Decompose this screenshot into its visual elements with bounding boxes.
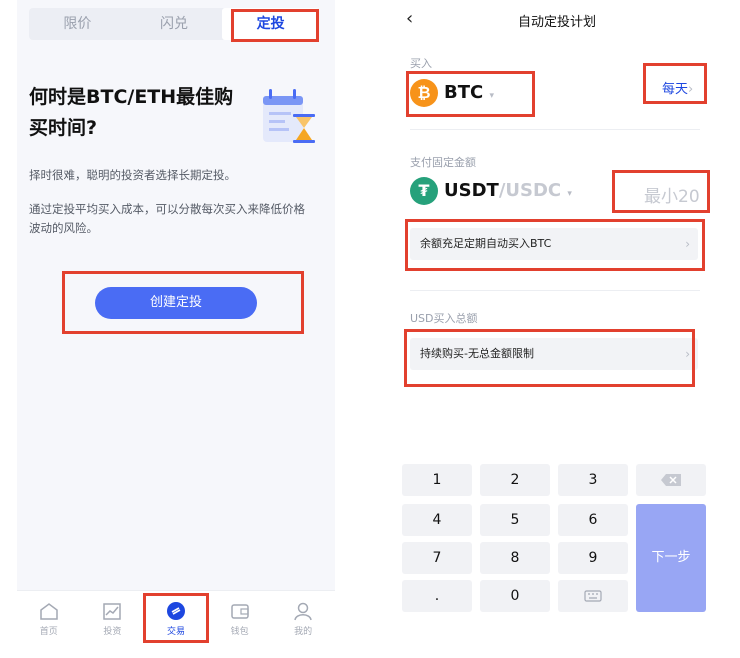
pay-coin-symbol: USDT — [444, 180, 499, 201]
highlight-total-amount — [404, 329, 695, 387]
key-0[interactable]: 0 — [480, 580, 550, 612]
key-5[interactable]: 5 — [480, 504, 550, 536]
pay-coin-alt: /USDC — [498, 180, 562, 201]
tab-wallet[interactable]: 钱包 — [208, 591, 272, 649]
hide-keyboard-key[interactable] — [558, 580, 628, 612]
key-8[interactable]: 8 — [480, 542, 550, 574]
next-step-button[interactable]: 下一步 — [636, 504, 706, 612]
buy-label: 买入 — [410, 57, 432, 70]
usdt-coin-icon: ₮ — [410, 177, 438, 205]
key-2[interactable]: 2 — [480, 464, 550, 496]
wallet-icon — [230, 604, 249, 619]
backspace-key[interactable] — [636, 464, 706, 496]
tab-profile[interactable]: 我的 — [271, 591, 335, 649]
tab-label: 钱包 — [230, 627, 249, 637]
tab-label: 投资 — [103, 627, 122, 637]
intro-text-3: 波动的风险。 — [29, 221, 98, 235]
intro-text-1: 择时很难，聪明的投资者选择长期定投。 — [29, 168, 236, 182]
highlight-auto-buy — [405, 219, 705, 271]
pay-coin-selector[interactable]: USDT/USDC ▾ — [444, 180, 572, 201]
highlight-create-button — [62, 271, 304, 334]
caret-down-icon: ▾ — [567, 189, 572, 199]
intro-text-2: 通过定投平均买入成本，可以分散每次买入来降低价格 — [29, 202, 305, 216]
highlight-amount — [612, 170, 710, 213]
calendar-hourglass-illustration — [263, 89, 315, 143]
segment-limit[interactable]: 限价 — [29, 8, 126, 40]
key-6[interactable]: 6 — [558, 504, 628, 536]
backspace-icon — [661, 474, 681, 486]
total-label: USD买入总额 — [410, 312, 478, 325]
highlight-dca-tab — [231, 9, 319, 42]
key-4[interactable]: 4 — [402, 504, 472, 536]
chart-icon — [103, 603, 122, 620]
key-1[interactable]: 1 — [402, 464, 472, 496]
key-3[interactable]: 3 — [558, 464, 628, 496]
tab-invest[interactable]: 投资 — [81, 591, 145, 649]
numeric-keypad: 1 2 3 4 5 6 7 8 9 . 0 下一步 — [402, 464, 712, 614]
divider — [410, 129, 700, 130]
headline-line1: 何时是BTC/ETH最佳购 — [29, 86, 234, 108]
page-title: 自动定投计划 — [517, 15, 596, 30]
highlight-trade-tab — [143, 593, 209, 643]
tab-label: 首页 — [39, 627, 58, 637]
headline-line2: 买时间? — [29, 117, 98, 139]
keyboard-icon — [584, 590, 602, 602]
home-icon — [40, 603, 58, 620]
divider — [410, 290, 700, 291]
key-dot[interactable]: . — [402, 580, 472, 612]
page-headline: 何时是BTC/ETH最佳购 买时间? — [29, 82, 239, 144]
key-7[interactable]: 7 — [402, 542, 472, 574]
highlight-buy-coin — [406, 71, 535, 117]
pay-label: 支付固定金额 — [410, 156, 476, 169]
key-9[interactable]: 9 — [558, 542, 628, 574]
segment-swap[interactable]: 闪兑 — [126, 8, 223, 40]
tab-label: 我的 — [294, 627, 313, 637]
highlight-frequency — [643, 63, 707, 104]
profile-icon — [294, 602, 312, 621]
tab-home[interactable]: 首页 — [17, 591, 81, 649]
